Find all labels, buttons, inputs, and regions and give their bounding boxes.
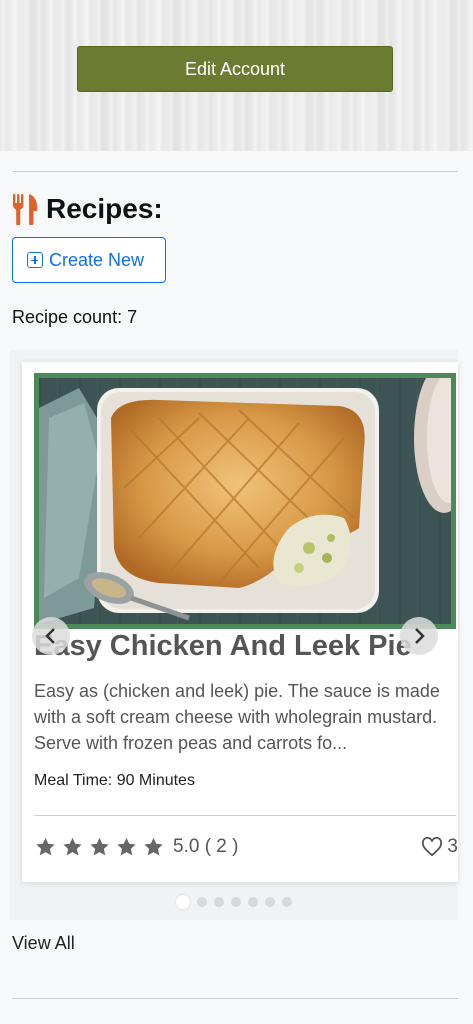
star-icon: [144, 837, 163, 856]
recipes-heading: Recipes:: [12, 192, 163, 226]
create-new-label: Create New: [49, 249, 145, 270]
section-divider: [12, 171, 458, 172]
recipe-image[interactable]: [34, 373, 456, 629]
chevron-left-icon: [45, 628, 55, 644]
star-icon: [36, 837, 55, 856]
heart-icon: [422, 837, 443, 857]
recipe-card[interactable]: Easy Chicken And Leek Pie Easy as (chick…: [22, 362, 458, 882]
carousel-next-button[interactable]: [400, 617, 438, 655]
star-icon: [117, 837, 136, 856]
like-button[interactable]: 3: [421, 836, 458, 858]
like-count: 3: [447, 836, 458, 857]
carousel-dot[interactable]: [214, 897, 224, 907]
recipe-count: Recipe count: 7: [12, 307, 138, 327]
card-divider: [34, 815, 456, 816]
recipe-description: Easy as (chicken and leek) pie. The sauc…: [34, 681, 440, 753]
meal-time: Meal Time: 90 Minutes: [34, 772, 195, 789]
edit-account-button[interactable]: Edit Account: [77, 46, 393, 92]
carousel-prev-button[interactable]: [32, 617, 70, 655]
create-new-button[interactable]: Create New: [12, 237, 166, 283]
rating: 5.0 ( 2 ): [34, 836, 238, 858]
plus-square-icon: [27, 252, 43, 268]
carousel-indicators: [176, 895, 292, 909]
chevron-right-icon: [415, 628, 425, 644]
carousel-dot[interactable]: [265, 897, 275, 907]
view-all-link[interactable]: View All: [12, 933, 75, 954]
header-banner: Edit Account: [0, 0, 473, 151]
star-icon: [90, 837, 109, 856]
fork-knife-icon: [13, 194, 38, 225]
recipes-title: Recipes:: [46, 193, 163, 224]
star-icon: [63, 837, 82, 856]
carousel-dot[interactable]: [282, 897, 292, 907]
carousel-dot[interactable]: [248, 897, 258, 907]
recipe-title[interactable]: Easy Chicken And Leek Pie: [34, 630, 412, 663]
rating-score: 5.0 ( 2 ): [173, 836, 239, 857]
pie-photo-illustration: [39, 378, 451, 624]
carousel-dot[interactable]: [176, 895, 190, 909]
section-divider: [12, 998, 458, 999]
carousel-dot[interactable]: [197, 897, 207, 907]
carousel-dot[interactable]: [231, 897, 241, 907]
